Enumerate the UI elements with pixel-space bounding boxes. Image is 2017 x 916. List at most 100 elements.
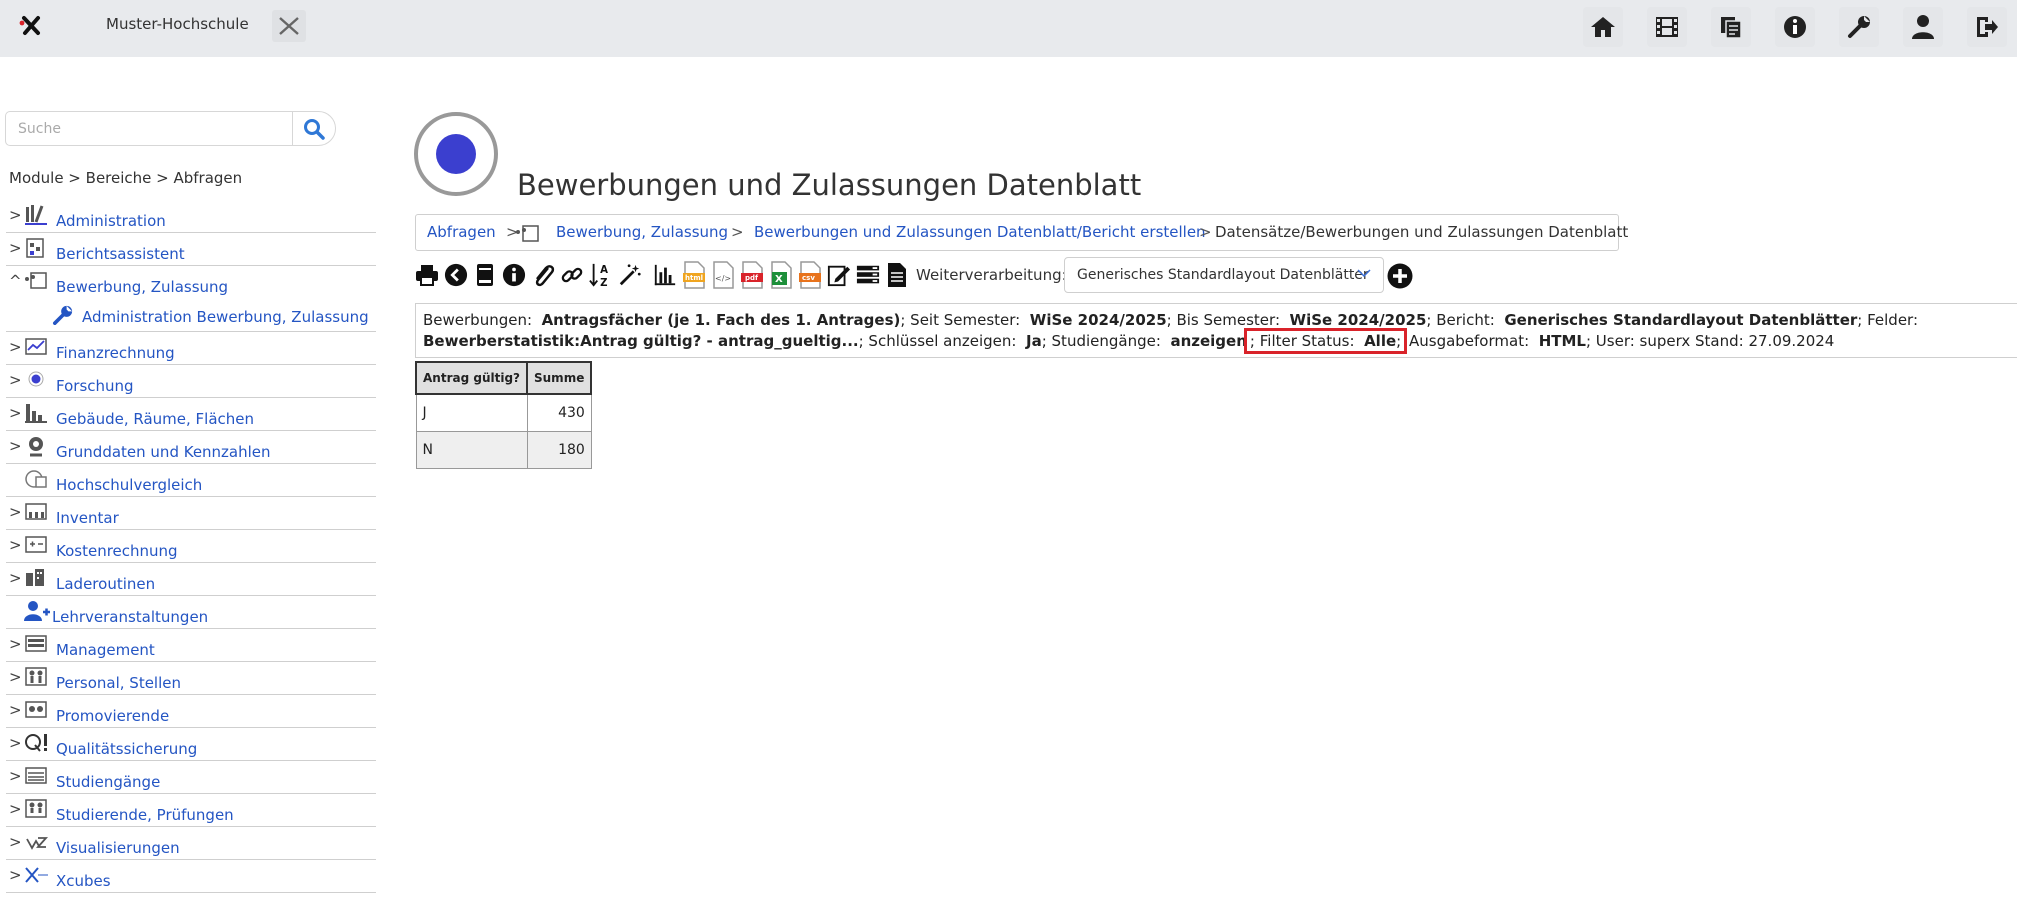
info-icon[interactable] (1775, 7, 1815, 47)
app-title: Muster-Hochschule (106, 15, 249, 33)
sidebar-item-promovierende[interactable]: > Promovierende (6, 695, 376, 728)
xcubes-icon (25, 867, 48, 883)
book-icon[interactable] (473, 260, 497, 290)
svg-text:csv: csv (802, 274, 815, 282)
page-title: Bewerbungen und Zulassungen Datenblatt (517, 168, 1142, 202)
report-parameters: Bewerbungen: Antragsfächer (je 1. Fach d… (415, 303, 2017, 358)
comparison-icon (25, 470, 47, 488)
breadcrumb-link-bericht-erstellen[interactable]: Bewerbungen und Zulassungen Datenblatt/B… (754, 223, 1206, 241)
students-icon (25, 799, 47, 818)
management-icon (25, 635, 47, 652)
breadcrumb-link-abfragen[interactable]: Abfragen (427, 223, 496, 241)
home-icon[interactable] (1583, 7, 1623, 47)
table-cell: 180 (526, 430, 592, 469)
gear-person-icon (29, 437, 43, 457)
sidebar-item-finanzrechnung[interactable]: > Finanzrechnung (6, 332, 376, 365)
search-box (5, 111, 336, 146)
sidebar-item-qualitaetssicherung[interactable]: > Qualitätssicherung (6, 728, 376, 761)
sidebar-item-administration-bewerbung-zulassung[interactable]: Administration Bewerbung, Zulassung (6, 299, 376, 332)
svg-text:X: X (775, 274, 783, 285)
search-input[interactable] (5, 111, 293, 146)
list-icon[interactable] (856, 260, 880, 290)
back-icon[interactable] (444, 260, 468, 290)
finance-icon (25, 338, 47, 355)
html-export-icon[interactable]: html (682, 260, 706, 290)
param-separator: ; (1249, 332, 1255, 350)
edit-icon[interactable] (827, 260, 851, 290)
add-circle-icon[interactable] (1387, 263, 1413, 289)
wrench-icon[interactable] (1839, 7, 1879, 47)
xml-export-icon[interactable]: </> (711, 260, 735, 290)
inventory-icon (25, 503, 47, 520)
courses-icon (25, 767, 47, 784)
chevron-down-icon (1357, 269, 1371, 278)
column-header[interactable]: Antrag gültig? (415, 361, 528, 395)
sidebar-item-kostenrechnung[interactable]: > Kostenrechnung (6, 530, 376, 563)
param-key: Ausgabeformat: (1408, 332, 1530, 350)
table-cell: N (415, 430, 528, 469)
sidebar-item-gebaeude[interactable]: > Gebäude, Räume, Flächen (6, 398, 376, 431)
weiterverarbeitung-label: Weiterverarbeitung: (916, 266, 1067, 284)
sidebar-item-berichtsassistent[interactable]: > Berichtsassistent (6, 233, 376, 266)
sidebar-item-administration[interactable]: > Administration (6, 200, 376, 233)
print-icon[interactable] (415, 260, 439, 290)
sidebar-item-lehrveranstaltungen[interactable]: Lehrveranstaltungen (6, 596, 376, 629)
weiterverarbeitung-selected: Generisches Standardlayout Datenblätter (1077, 267, 1369, 283)
sidebar-nav: > Administration > Berichtsassistent ^ B… (6, 200, 376, 893)
quality-icon (25, 734, 47, 752)
table-cell: 430 (526, 393, 592, 432)
param-separator: ; (1396, 332, 1402, 350)
param-key: Filter Status: (1259, 332, 1355, 350)
breadcrumb-link-bewerbung[interactable]: Bewerbung, Zulassung (556, 223, 728, 241)
toolbar: AZ html </> pdf X csv (415, 258, 914, 292)
result-table: Antrag gültig? Summe J 430 N 180 (415, 361, 593, 469)
param-value: Antragsfächer (je 1. Fach des 1. Antrage… (541, 311, 901, 329)
column-header[interactable]: Summe (525, 361, 593, 395)
search-button[interactable] (292, 111, 336, 146)
csv-export-icon[interactable]: csv (798, 260, 822, 290)
film-icon[interactable] (1647, 7, 1687, 47)
document-icon[interactable] (885, 260, 909, 290)
staff-icon (25, 667, 47, 686)
user-icon[interactable] (1903, 7, 1943, 47)
sidebar-item-personal[interactable]: > Personal, Stellen (6, 662, 376, 695)
bar-chart-icon[interactable] (653, 260, 677, 290)
weiterverarbeitung-select[interactable]: Generisches Standardlayout Datenblätter (1064, 257, 1384, 293)
table-cell: J (415, 393, 528, 432)
sort-az-icon[interactable]: AZ (589, 260, 613, 290)
visualization-icon (26, 837, 48, 850)
param-key: ; Bericht: (1426, 311, 1495, 329)
sidebar-item-studiengaenge[interactable]: > Studiengänge (6, 761, 376, 794)
magic-wand-icon[interactable] (618, 260, 642, 290)
sidebar-item-hochschulvergleich[interactable]: Hochschulvergleich (6, 464, 376, 497)
svg-text:html: html (685, 274, 703, 282)
top-bar: Muster-Hochschule (0, 0, 2017, 57)
add-user-icon (24, 601, 50, 621)
table-row: N 180 (415, 430, 592, 469)
page-logo-icon (414, 112, 498, 196)
info-icon[interactable] (502, 260, 526, 290)
sidebar-item-grunddaten[interactable]: > Grunddaten und Kennzahlen (6, 431, 376, 464)
sidebar-item-studierende[interactable]: > Studierende, Prüfungen (6, 794, 376, 827)
copy-icon[interactable] (1711, 7, 1751, 47)
sidebar-item-xcubes[interactable]: > Xcubes (6, 860, 376, 893)
app-logo-icon[interactable] (18, 14, 44, 36)
link-icon[interactable] (560, 260, 584, 290)
sidebar-item-management[interactable]: > Management (6, 629, 376, 662)
collapse-sidebar-button[interactable] (272, 10, 306, 42)
param-value: Ja (1026, 332, 1042, 350)
breadcrumb-current: Datensätze/Bewerbungen und Zulassungen D… (1215, 223, 1629, 241)
sidebar-item-laderoutinen[interactable]: > Laderoutinen (6, 563, 376, 596)
logout-icon[interactable] (1967, 7, 2007, 47)
param-value: HTML (1538, 332, 1586, 350)
sidebar-item-bewerbung-zulassung[interactable]: ^ Bewerbung, Zulassung (6, 266, 376, 299)
sidebar-item-visualisierungen[interactable]: > Visualisierungen (6, 827, 376, 860)
excel-export-icon[interactable]: X (769, 260, 793, 290)
param-value: WiSe 2024/2025 (1289, 311, 1427, 329)
breadcrumb: Abfragen > Bewerbung, Zulassung > Bewerb… (415, 214, 1628, 251)
sidebar-item-inventar[interactable]: > Inventar (6, 497, 376, 530)
pdf-export-icon[interactable]: pdf (740, 260, 764, 290)
paperclip-icon[interactable] (531, 260, 555, 290)
param-key: ; Felder: (1857, 311, 1919, 329)
sidebar-item-forschung[interactable]: > Forschung (6, 365, 376, 398)
